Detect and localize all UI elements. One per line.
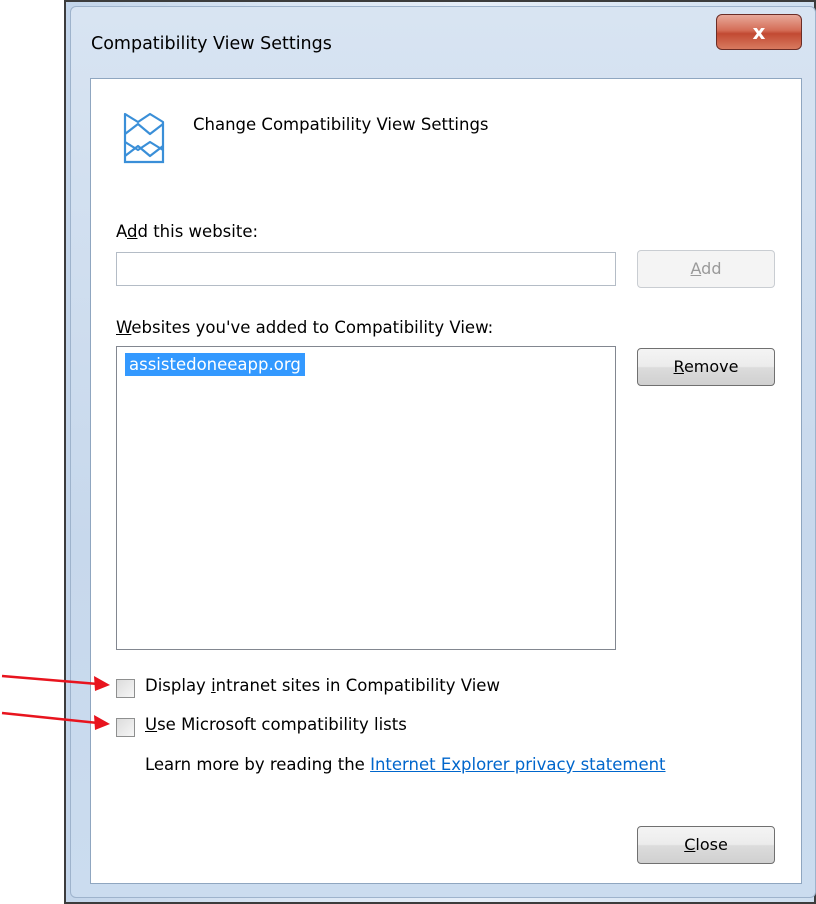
add-website-label: Add this website: bbox=[116, 222, 259, 241]
intranet-checkbox[interactable] bbox=[116, 679, 135, 698]
intranet-checkbox-label: Display intranet sites in Compatibility … bbox=[145, 676, 500, 695]
annotation-arrow-icon bbox=[1, 711, 110, 730]
websites-listbox[interactable]: assistedoneeapp.org bbox=[116, 346, 616, 650]
learn-more-text: Learn more by reading the bbox=[145, 755, 371, 774]
websites-list-label: Websites you've added to Compatibility V… bbox=[116, 318, 494, 337]
list-item[interactable]: assistedoneeapp.org bbox=[125, 353, 305, 376]
dialog-heading: Change Compatibility View Settings bbox=[193, 115, 489, 134]
window-close-button[interactable]: x bbox=[716, 14, 802, 50]
privacy-statement-link[interactable]: Internet Explorer privacy statement bbox=[370, 755, 665, 774]
ms-compat-lists-label: Use Microsoft compatibility lists bbox=[145, 715, 407, 734]
ms-compat-lists-checkbox[interactable] bbox=[116, 718, 135, 737]
add-button[interactable]: Add bbox=[637, 250, 775, 288]
learn-more-row: Learn more by reading the Internet Explo… bbox=[145, 755, 666, 774]
remove-button[interactable]: Remove bbox=[637, 348, 775, 386]
compatibility-view-icon bbox=[123, 112, 165, 164]
annotation-arrow-icon bbox=[1, 674, 110, 691]
window-title: Compatibility View Settings bbox=[91, 34, 332, 54]
add-website-input[interactable] bbox=[116, 252, 616, 286]
close-button[interactable]: Close bbox=[637, 826, 775, 864]
